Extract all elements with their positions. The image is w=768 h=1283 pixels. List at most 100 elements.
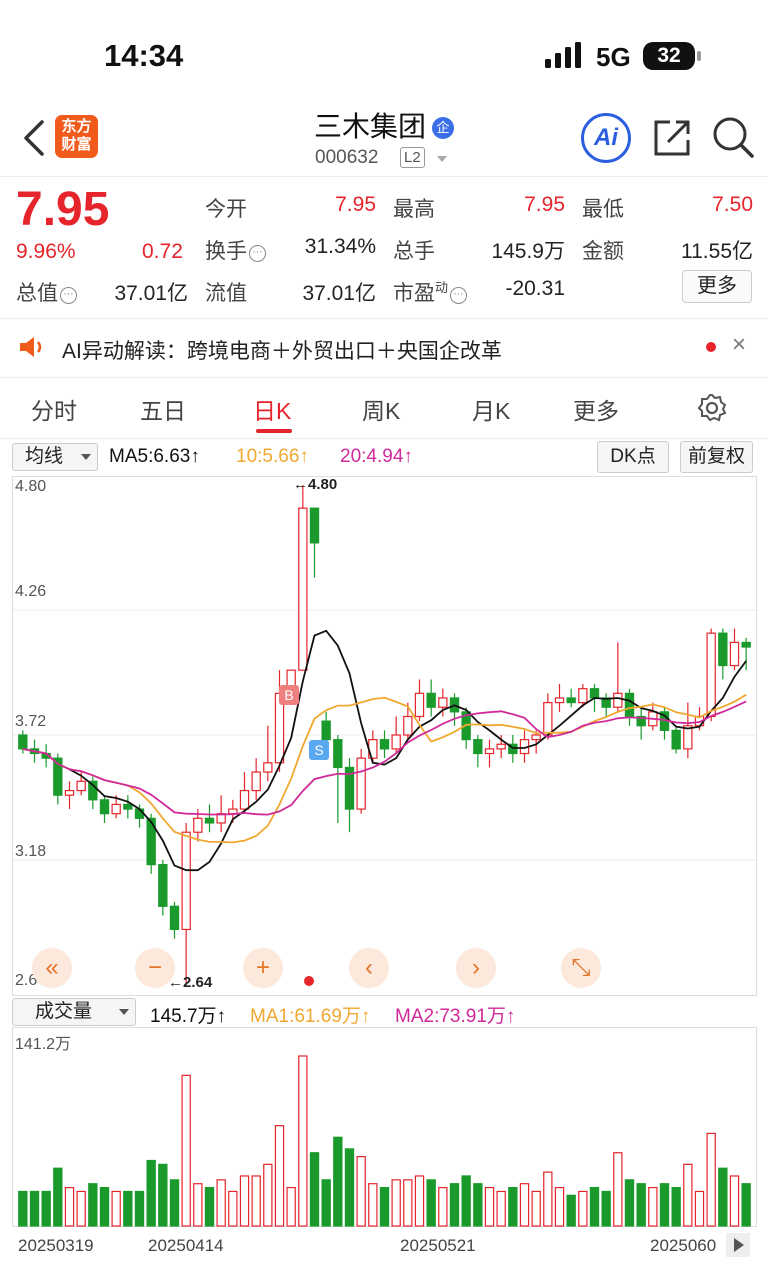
scroll-left-button[interactable]: ‹ [349,948,389,988]
candle-body [18,734,28,750]
volume-bar [461,1175,471,1227]
scroll-right-button[interactable]: › [456,948,496,988]
candle-body [193,817,203,833]
volume-bar [438,1186,448,1227]
more-button[interactable]: 更多 [682,270,752,303]
volume-bar [484,1186,495,1227]
candle-body [111,803,121,815]
ma5-label: MA5:6.63↑ [109,446,200,467]
volume-max-label: 141.2万 [15,1036,72,1053]
gear-icon[interactable] [697,393,727,423]
kline-chart[interactable] [12,476,758,996]
candle-body [309,507,320,544]
volume-label: 总手 [393,240,435,263]
adjust-button[interactable]: 前复权 [680,441,753,473]
volume-bar [274,1125,285,1227]
signal-icon [545,42,581,68]
close-icon[interactable]: × [732,331,746,359]
volume-bar [519,1183,530,1227]
float-label: 流值 [205,282,247,305]
tab-monthly-k[interactable]: 月K [472,392,510,426]
volume-bar [473,1183,483,1227]
candle-body [76,780,86,792]
tab-five-day[interactable]: 五日 [140,392,186,426]
volume-bar [123,1190,133,1227]
candle-body [484,748,495,755]
info-icon[interactable]: ⋯ [60,287,77,304]
candle-body [158,864,168,907]
candle-body [543,701,553,736]
volume-bar [88,1183,98,1227]
chevron-right-icon[interactable] [726,1233,750,1257]
rewind-button[interactable]: « [32,948,72,988]
volume-bar [158,1163,168,1227]
volume-bar [321,1179,331,1227]
candle-body [403,715,413,736]
volume-bar [379,1186,390,1227]
candle-body [473,739,483,755]
y-axis-label: 3.72 [15,713,47,730]
volume-bar [508,1186,518,1227]
dk-point-button[interactable]: DK点 [597,441,669,473]
level-badge[interactable]: L2 [400,147,425,168]
volume-bar [659,1183,670,1227]
date-label: 20250521 [400,1236,476,1255]
kline-svg [13,485,758,985]
amount-value: 11.55亿 [681,240,753,263]
volume-bar [531,1190,541,1227]
volume-bar [18,1190,28,1227]
volume-bar [426,1179,436,1227]
last-price: 7.95 [16,183,110,236]
info-icon[interactable]: ⋯ [450,287,468,304]
candle-body [624,692,635,718]
buy-marker[interactable]: B [279,685,299,705]
volume-bar [251,1175,261,1227]
candle-body [239,789,250,810]
candle-body [741,641,751,648]
volume-chart[interactable] [12,1027,757,1227]
candle-body [99,799,110,815]
volume-bar [99,1186,110,1227]
open-value: 7.95 [335,193,376,216]
volume-bar [111,1190,121,1227]
mktcap-value: 37.01亿 [114,282,188,305]
ma10-label: 10:5.66↑ [236,446,309,467]
candle-body [706,632,716,718]
indicator-select[interactable]: 均线 [12,443,98,471]
amount-label: 金额 [582,240,624,263]
search-icon[interactable] [711,115,755,159]
active-tab-indicator [256,429,292,433]
vol-ma2-label: MA2:73.91万↑ [395,1006,516,1027]
tab-more[interactable]: 更多 [573,392,619,426]
candle-body [356,757,366,810]
volume-bar [391,1179,401,1227]
fullscreen-button[interactable]: ⤡ [561,948,601,988]
volume-bar [648,1186,658,1227]
volume-bar [624,1179,635,1227]
sell-marker[interactable]: S [309,740,329,760]
change-percent: 9.96% [16,240,76,263]
volume-bar [636,1183,646,1227]
ai-news-text[interactable]: AI异动解读：跨境电商＋外贸出口＋央国企改革 [62,335,502,365]
tab-daily-k[interactable]: 日K [253,392,291,426]
volume-bar [554,1186,565,1227]
tab-weekly-k[interactable]: 周K [362,392,400,426]
volume-bar [729,1175,740,1227]
volume-bar [683,1163,693,1227]
volume-indicator-select[interactable]: 成交量 [12,998,136,1026]
volume-bar [414,1175,425,1227]
marker-dot [304,976,314,986]
info-icon[interactable]: ⋯ [249,245,266,262]
zoom-out-button[interactable]: − [135,948,175,988]
change-amount: 0.72 [142,240,183,263]
share-icon[interactable] [652,118,692,158]
turnover-value: 31.34% [304,235,376,258]
volume-bar [356,1156,366,1227]
zoom-in-button[interactable]: + [243,948,283,988]
candle-body [298,507,308,671]
volume-bar [146,1159,156,1227]
tab-intraday[interactable]: 分时 [31,392,77,426]
volume-bar [134,1190,145,1227]
chevron-down-icon[interactable] [437,156,447,162]
ai-button[interactable]: Ai [581,113,631,163]
